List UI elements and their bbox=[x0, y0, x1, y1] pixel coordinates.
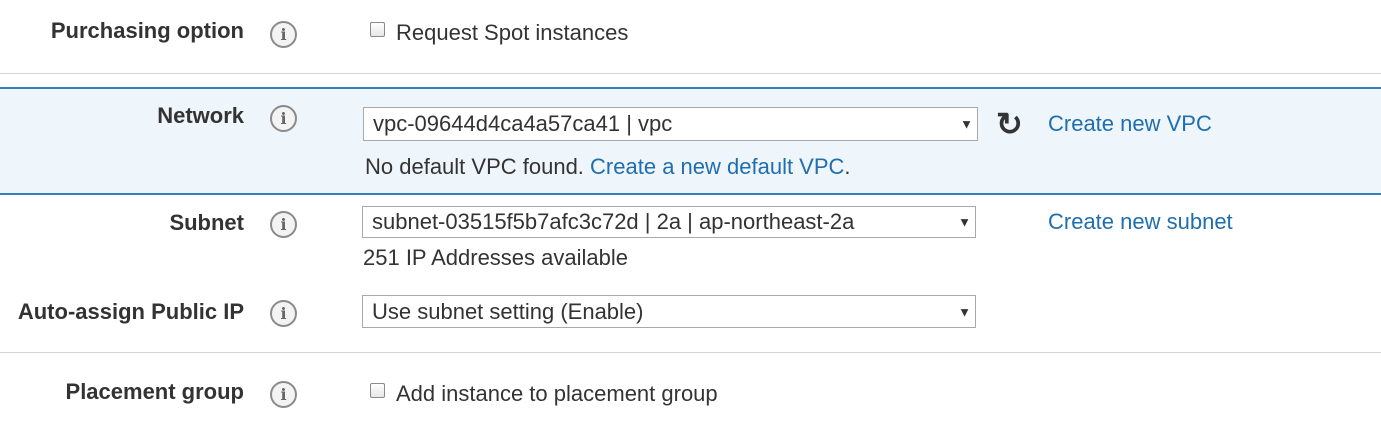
info-icon[interactable]: i bbox=[270, 381, 297, 408]
section-divider bbox=[0, 73, 1381, 74]
help-suffix: . bbox=[844, 154, 851, 179]
placement-group-checkbox[interactable] bbox=[370, 383, 385, 398]
public-ip-select[interactable]: Use subnet setting (Enable) ▼ bbox=[362, 295, 976, 328]
network-label: Network bbox=[157, 103, 244, 128]
no-default-vpc-text: No default VPC found. bbox=[365, 154, 584, 179]
subnet-label: Subnet bbox=[169, 210, 244, 235]
purchasing-option-label: Purchasing option bbox=[50, 18, 244, 43]
subnet-ip-available-text: 251 IP Addresses available bbox=[363, 245, 628, 270]
subnet-select[interactable]: subnet-03515f5b7afc3c72d | 2a | ap-north… bbox=[362, 206, 976, 238]
network-select[interactable]: vpc-09644d4ca4a57ca41 | vpc ▼ bbox=[363, 107, 978, 141]
info-icon[interactable]: i bbox=[270, 21, 297, 48]
caret-down-icon: ▼ bbox=[960, 116, 973, 132]
placement-group-label: Placement group bbox=[65, 379, 244, 404]
network-select-value: vpc-09644d4ca4a57ca41 | vpc bbox=[373, 111, 673, 136]
network-help-text: No default VPC found. Create a new defau… bbox=[365, 154, 851, 180]
section-divider bbox=[0, 352, 1381, 353]
request-spot-checkbox[interactable] bbox=[370, 22, 385, 37]
request-spot-label: Request Spot instances bbox=[396, 20, 629, 45]
subnet-select-value: subnet-03515f5b7afc3c72d | 2a | ap-north… bbox=[372, 209, 855, 234]
info-icon[interactable]: i bbox=[270, 105, 297, 132]
info-icon[interactable]: i bbox=[270, 300, 297, 327]
refresh-icon[interactable]: ↻ bbox=[996, 108, 1023, 140]
caret-down-icon: ▼ bbox=[958, 214, 971, 230]
info-icon[interactable]: i bbox=[270, 211, 297, 238]
create-default-vpc-link[interactable]: Create a new default VPC bbox=[590, 154, 844, 179]
caret-down-icon: ▼ bbox=[958, 304, 971, 319]
create-new-vpc-link[interactable]: Create new VPC bbox=[1048, 111, 1212, 137]
placement-group-checkbox-label: Add instance to placement group bbox=[396, 381, 718, 406]
public-ip-select-value: Use subnet setting (Enable) bbox=[372, 298, 644, 324]
auto-assign-public-ip-label: Auto-assign Public IP bbox=[17, 299, 244, 324]
create-new-subnet-link[interactable]: Create new subnet bbox=[1048, 209, 1233, 235]
